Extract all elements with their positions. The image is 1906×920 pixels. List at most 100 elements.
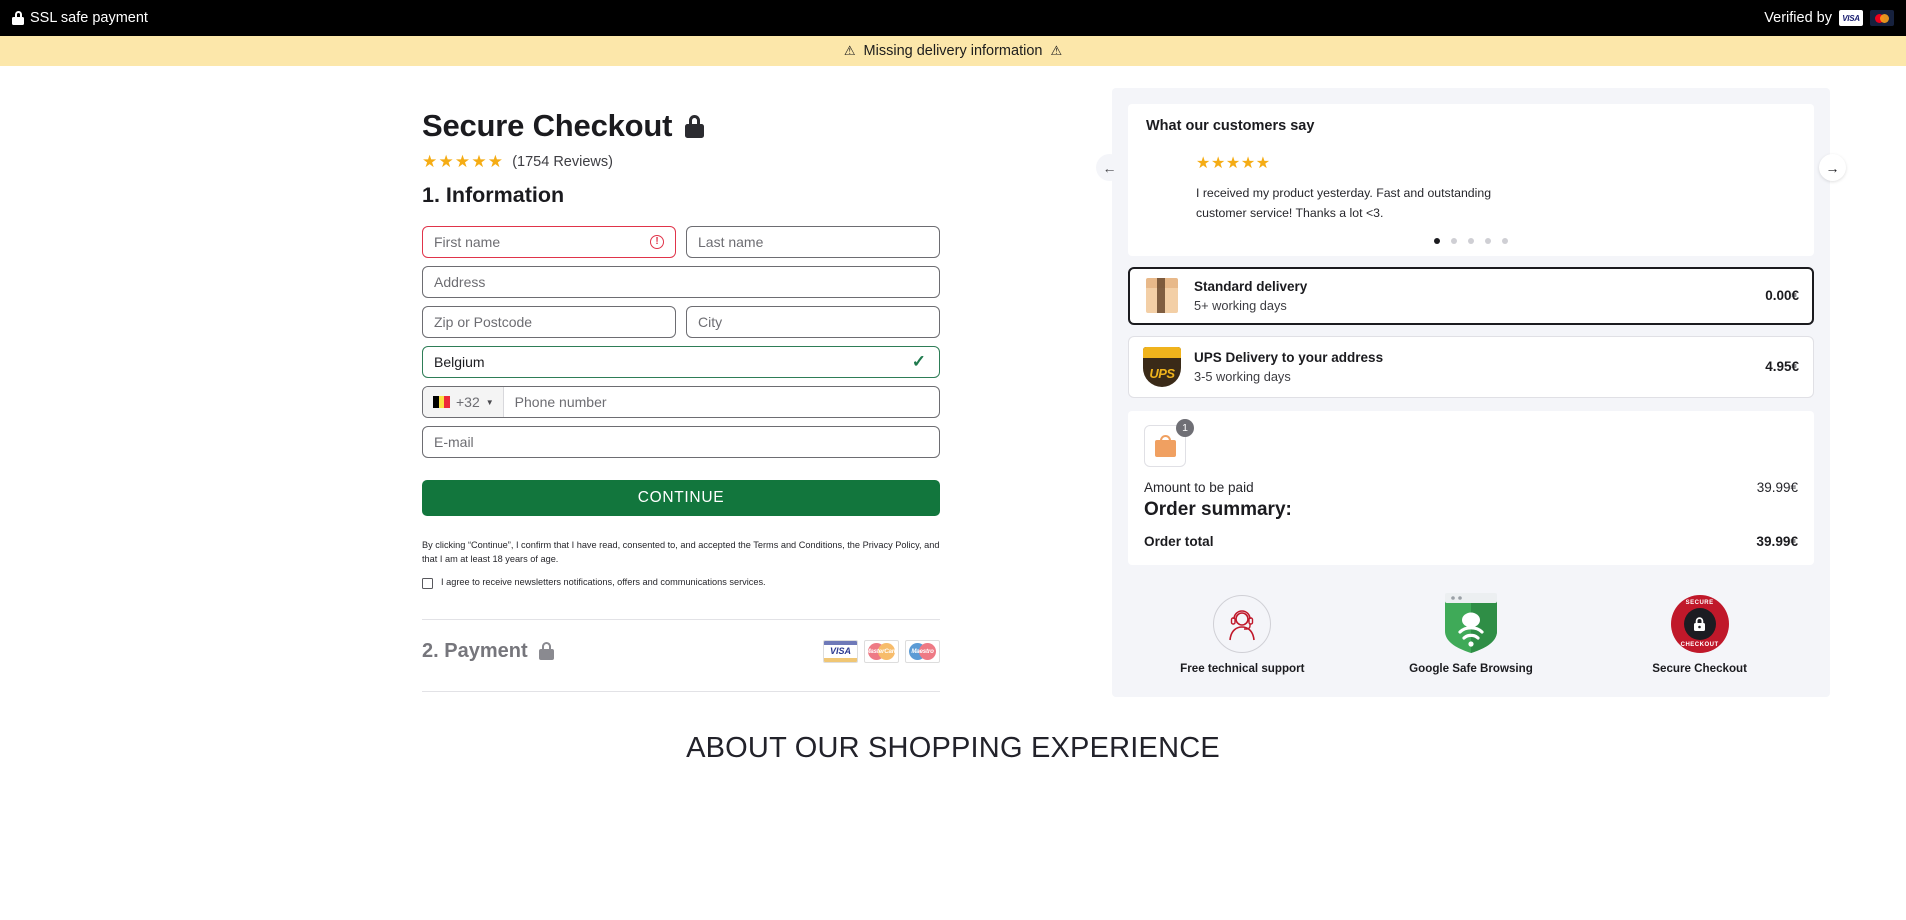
shipping-option-text: UPS Delivery to your address 3-5 working… <box>1194 349 1752 384</box>
carousel-dot[interactable] <box>1468 237 1474 244</box>
order-total-label: Order total <box>1144 533 1214 549</box>
carousel-dot[interactable] <box>1502 237 1508 244</box>
address-input[interactable]: Address <box>422 266 940 298</box>
address-row: Address <box>422 266 940 298</box>
amount-value: 39.99€ <box>1756 479 1798 495</box>
carousel-dot[interactable] <box>1485 237 1491 244</box>
secure-checkout-seal-icon: SECURE CHECKOUT <box>1670 594 1729 653</box>
zip-city-row: Zip or Postcode City <box>422 306 940 338</box>
trust-badge-gsb: Google Safe Browsing <box>1396 591 1546 675</box>
shipping-option-text: Standard delivery 5+ working days <box>1194 278 1752 313</box>
package-box-icon <box>1143 277 1181 314</box>
testimonial-heading: What our customers say <box>1146 118 1315 134</box>
mastercard-card-icon: MasterCard <box>864 639 899 663</box>
review-count: (1754 Reviews) <box>512 153 613 170</box>
checkout-sidebar: What our customers say ★★★★★ I received … <box>1096 66 1906 697</box>
amount-label: Amount to be paid <box>1144 479 1254 495</box>
step-2-title-group: 2. Payment <box>422 640 554 663</box>
section-divider <box>422 618 940 620</box>
phone-placeholder: Phone number <box>514 394 607 410</box>
order-summary: 1 Amount to be paid 39.99€ Order summary… <box>1128 410 1814 565</box>
email-input[interactable]: E-mail <box>422 426 940 458</box>
address-placeholder: Address <box>434 274 486 290</box>
ssl-label: SSL safe payment <box>30 10 148 26</box>
country-value: Belgium <box>434 354 485 370</box>
carousel-dots[interactable] <box>1146 237 1796 244</box>
arrow-right-icon[interactable]: → <box>1819 154 1846 181</box>
first-name-input[interactable]: First name ! <box>422 226 676 258</box>
maestro-card-icon: Maestro <box>905 639 940 663</box>
cart-item-thumb: 1 <box>1144 418 1194 467</box>
about-shopping-experience-heading: ABOUT OUR SHOPPING EXPERIENCE <box>686 731 1220 764</box>
terms-text: By clicking “Continue”, I confirm that I… <box>422 540 940 565</box>
city-input[interactable]: City <box>686 306 940 338</box>
visa-icon: VISA <box>1839 10 1863 26</box>
lock-icon <box>12 11 24 25</box>
newsletter-checkbox[interactable] <box>422 577 433 589</box>
headset-support-icon <box>1213 594 1272 653</box>
verified-by-group: Verified by VISA <box>1764 10 1894 26</box>
shipping-option-price: 0.00€ <box>1765 288 1799 304</box>
country-select[interactable]: Belgium ✓ <box>422 346 940 378</box>
shipping-option-title: UPS Delivery to your address <box>1194 350 1384 366</box>
newsletter-optin-row[interactable]: I agree to receive newsletters notificat… <box>422 577 1112 589</box>
country-code-value: +32 <box>456 394 480 410</box>
shipping-option-title: Standard delivery <box>1194 279 1308 295</box>
shipping-option-ups[interactable]: UPS UPS Delivery to your address 3-5 wor… <box>1128 335 1814 398</box>
step-1-heading: 1. Information <box>422 183 565 207</box>
shipping-option-standard[interactable]: Standard delivery 5+ working days 0.00€ <box>1128 266 1814 325</box>
information-form: First name ! Last name Address Zip or Po… <box>422 226 940 458</box>
country-code-selector[interactable]: +32 ▼ <box>423 387 504 417</box>
trust-badges: Free technical support Google Safe Brows… <box>1128 591 1814 675</box>
last-name-input[interactable]: Last name <box>686 226 940 258</box>
name-row: First name ! Last name <box>422 226 940 258</box>
step-2-heading: 2. Payment <box>422 639 528 662</box>
arrow-left-icon[interactable]: ← <box>1096 154 1123 181</box>
country-row: Belgium ✓ <box>422 346 940 378</box>
seal-top-text: SECURE <box>1685 599 1714 606</box>
item-count-badge: 1 <box>1176 418 1194 437</box>
warning-triangle-icon: ⚠ <box>1050 43 1063 58</box>
trust-badge-secure-checkout: SECURE CHECKOUT Secure Checkout <box>1625 594 1775 675</box>
newsletter-label: I agree to receive newsletters notificat… <box>441 576 766 587</box>
mastercard-icon <box>1870 10 1894 26</box>
zip-input[interactable]: Zip or Postcode <box>422 306 676 338</box>
order-total-row: Order total 39.99€ <box>1144 534 1798 549</box>
email-placeholder: E-mail <box>434 434 474 450</box>
section-divider-bottom <box>422 690 940 692</box>
checkout-form-column: Secure Checkout ★★★★★ (1754 Reviews) 1. … <box>0 66 1112 697</box>
carousel-dot[interactable] <box>1451 237 1457 244</box>
page-title: Secure Checkout <box>422 108 1112 144</box>
testimonial-quote: I received my product yesterday. Fast an… <box>1196 186 1492 220</box>
shipping-option-subtitle: 5+ working days <box>1194 298 1287 314</box>
ssl-notice: SSL safe payment <box>12 10 148 26</box>
top-security-bar: SSL safe payment Verified by VISA <box>0 0 1906 36</box>
half-star-icon: ★ <box>487 152 505 171</box>
checkout-page: Secure Checkout ★★★★★ (1754 Reviews) 1. … <box>0 66 1906 697</box>
verified-by-label: Verified by <box>1764 10 1832 26</box>
visa-card-icon: VISA <box>823 639 858 663</box>
lock-icon <box>685 114 705 138</box>
warning-triangle-icon: ⚠ <box>843 43 856 58</box>
checkmark-icon: ✓ <box>911 352 926 371</box>
phone-row: +32 ▼ Phone number <box>422 386 940 418</box>
zip-placeholder: Zip or Postcode <box>434 314 533 330</box>
exclamation-circle-icon: ! <box>650 235 664 249</box>
testimonial-carousel: What our customers say ★★★★★ I received … <box>1096 104 1846 256</box>
shipping-option-price: 4.95€ <box>1765 359 1799 375</box>
last-name-placeholder: Last name <box>698 234 764 250</box>
city-placeholder: City <box>698 314 723 330</box>
lock-icon <box>538 642 554 660</box>
chevron-down-icon: ▼ <box>485 397 494 407</box>
rating-row: ★★★★★ (1754 Reviews) <box>422 153 1112 170</box>
amount-to-be-paid-row: Amount to be paid 39.99€ <box>1144 480 1798 495</box>
first-name-placeholder: First name <box>434 234 501 250</box>
continue-button[interactable]: CONTINUE <box>422 480 940 516</box>
star-rating: ★★★★★ <box>422 152 505 171</box>
accepted-cards: VISA MasterCard Maestro <box>823 639 940 663</box>
phone-input[interactable]: +32 ▼ Phone number <box>422 386 940 418</box>
carousel-dot[interactable] <box>1434 237 1440 244</box>
trust-badge-support: Free technical support <box>1167 594 1317 675</box>
belgium-flag-icon <box>433 396 451 408</box>
seal-bottom-text: CHECKOUT <box>1680 641 1719 648</box>
